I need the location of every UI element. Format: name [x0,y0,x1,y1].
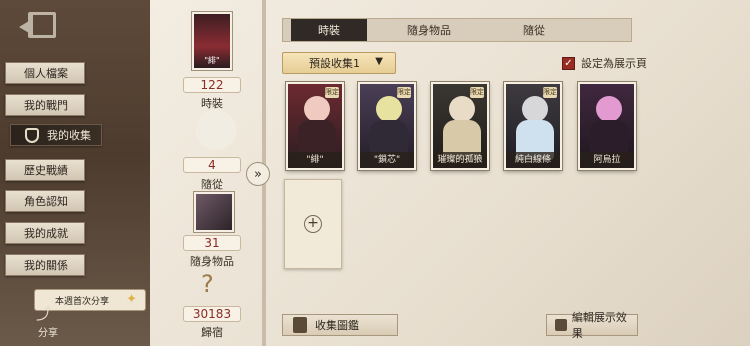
expand-arrow-button[interactable]: » [246,162,270,186]
sidebar-item-label: 我的收集 [47,129,91,142]
share-icon[interactable]: ⤴ [36,300,54,323]
share-label: 分享 [38,328,58,339]
question-mark-icon: ? [201,270,214,298]
preset-dropdown-label: 預設收集1 [309,57,360,70]
costume-card[interactable]: 限定 "鎖芯" [358,82,416,170]
showcase-checkbox[interactable]: ✓ [562,56,575,70]
costume-name: 璀璨的孤狼 [433,152,487,168]
costume-count: 122 [183,77,241,93]
accessory-count: 31 [183,235,241,251]
sidebar-item-history[interactable]: 歷史戰績 [5,159,85,181]
costume-label: 時裝 [201,97,223,110]
costume-card[interactable]: 阿烏拉 [578,82,636,170]
shield-icon [25,128,39,143]
sidebar-item-label: 我的戰門 [24,99,68,112]
card-character [522,96,548,122]
costume-name: 阿烏拉 [580,152,634,168]
costume-card[interactable]: 限定 璀璨的孤狼 [431,82,489,170]
book-icon [293,317,307,333]
sidebar-item-relations[interactable]: 我的關係 [5,254,85,276]
limited-badge: 限定 [325,87,339,98]
sidebar-item-label: 角色認知 [24,195,68,208]
tab-accessories[interactable]: 隨身物品 [379,19,479,41]
costume-thumbnail[interactable]: "緋" [192,12,232,70]
collection-book-button[interactable]: 收集圖鑑 [282,314,398,336]
pet-count: 4 [183,157,241,173]
sparkle-icon: ✦ [126,292,137,307]
sidebar-item-label: 我的關係 [24,259,68,272]
showcase-label: 設定為展示頁 [581,57,647,70]
edit-showcase-label: 編輯展示效果 [571,311,627,340]
card-character [304,96,330,122]
add-costume-slot[interactable]: + [284,179,342,269]
costume-name: "緋" [288,152,342,168]
card-character [449,96,475,122]
limited-badge: 限定 [470,87,484,98]
accessory-thumbnail[interactable] [194,192,234,232]
sidebar: 個人檔案 我的戰門 我的收集 歷史戰績 角色認知 我的成就 我的關係 本週首次分… [0,0,150,346]
sidebar-item-profile[interactable]: 個人檔案 [5,62,85,84]
limited-badge: 限定 [397,87,411,98]
collection-book-label: 收集圖鑑 [315,319,359,332]
costume-name: 純白線條 [506,152,560,168]
accessory-label: 隨身物品 [190,255,234,268]
plus-icon: + [304,215,322,233]
limited-badge: 限定 [543,87,557,98]
home-label: 歸宿 [201,326,223,339]
sidebar-item-battles[interactable]: 我的戰門 [5,94,85,116]
sidebar-item-label: 個人檔案 [24,67,68,80]
sidebar-item-label: 歷史戰績 [24,164,68,177]
pet-label: 隨從 [201,178,223,191]
edit-showcase-button[interactable]: 編輯展示效果 [546,311,638,340]
card-character [376,96,402,122]
costume-name: "鎖芯" [360,152,414,168]
chevron-down-icon: ▼ [375,56,383,67]
costume-thumbnail-caption: "緋" [204,56,220,65]
sidebar-item-character[interactable]: 角色認知 [5,190,85,212]
tab-pets[interactable]: 隨從 [489,19,579,41]
edit-icon [555,319,567,331]
showcase-toggle[interactable]: ✓ 設定為展示頁 [562,55,647,71]
exit-icon[interactable] [19,12,56,38]
sidebar-item-collection[interactable]: 我的收集 [10,124,102,146]
pet-icon[interactable] [196,110,236,150]
costume-card[interactable]: 限定 "緋" [286,82,344,170]
preset-dropdown[interactable]: 預設收集1 ▼ [282,52,396,74]
share-banner-text: 本週首次分享 [55,296,110,307]
home-count: 30183 [183,306,241,322]
collection-panel [150,0,750,346]
sidebar-item-achievements[interactable]: 我的成就 [5,222,85,244]
sidebar-item-label: 我的成就 [24,227,68,240]
category-tabs: 時裝 隨身物品 隨從 [282,18,632,42]
tab-costumes[interactable]: 時裝 [291,19,367,41]
costume-card[interactable]: 限定 純白線條 [504,82,562,170]
card-character [596,96,622,122]
